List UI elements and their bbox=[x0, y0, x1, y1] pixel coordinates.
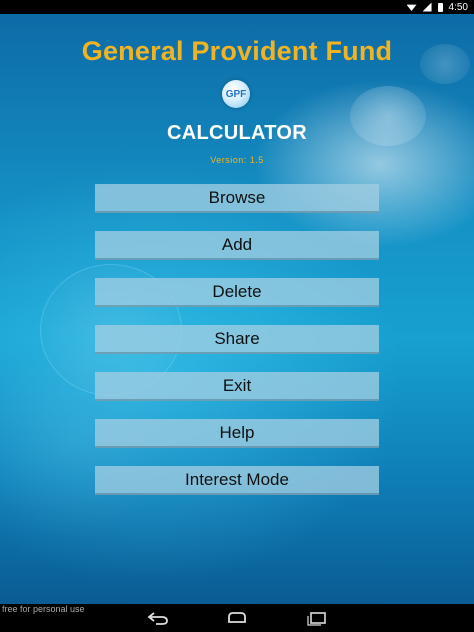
watermark-text: free for personal use bbox=[2, 604, 85, 614]
app-screen: General Provident Fund GPF CALCULATOR Ve… bbox=[0, 14, 474, 604]
gpf-logo-icon: GPF bbox=[222, 80, 250, 108]
calculator-title: CALCULATOR bbox=[166, 122, 308, 144]
interest-mode-button[interactable]: Interest Mode bbox=[95, 466, 379, 495]
status-time: 4:50 bbox=[448, 1, 468, 13]
gpf-logo-text: GPF bbox=[225, 88, 247, 100]
exit-button[interactable]: Exit bbox=[95, 372, 379, 401]
app-title: General Provident Fund bbox=[81, 36, 393, 66]
battery-icon bbox=[437, 2, 443, 12]
delete-button[interactable]: Delete bbox=[95, 278, 379, 307]
browse-button[interactable]: Browse bbox=[95, 184, 379, 213]
version-label: Version: 1.5 bbox=[210, 155, 264, 165]
main-menu: Browse Add Delete Share Exit Help Intere… bbox=[95, 184, 379, 513]
wifi-icon bbox=[406, 4, 417, 11]
signal-icon bbox=[422, 2, 432, 12]
help-button[interactable]: Help bbox=[95, 419, 379, 448]
home-icon[interactable] bbox=[225, 610, 249, 626]
add-button[interactable]: Add bbox=[95, 231, 379, 260]
status-bar: 4:50 bbox=[0, 0, 474, 14]
back-icon[interactable] bbox=[146, 610, 170, 626]
recent-apps-icon[interactable] bbox=[305, 610, 329, 626]
share-button[interactable]: Share bbox=[95, 325, 379, 354]
